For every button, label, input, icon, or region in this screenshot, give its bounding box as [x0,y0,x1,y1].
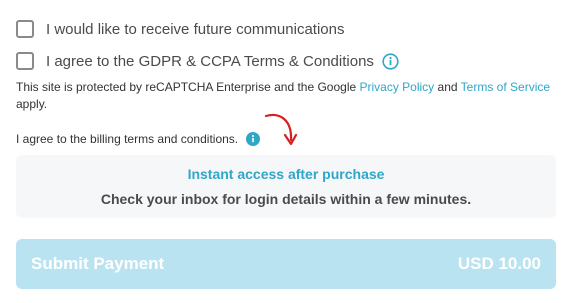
gdpr-checkbox[interactable] [16,52,34,70]
recaptcha-notice: This site is protected by reCAPTCHA Ente… [16,79,556,113]
communications-label: I would like to receive future communica… [46,20,345,38]
info-box-text: Check your inbox for login details withi… [100,191,472,207]
recaptcha-text-and: and [434,80,461,94]
info-icon[interactable] [246,132,261,146]
privacy-policy-link[interactable]: Privacy Policy [360,80,435,94]
gdpr-consent-row[interactable]: I agree to the GDPR & CCPA Terms & Condi… [16,52,399,70]
terms-of-service-link[interactable]: Terms of Service [461,80,550,94]
submit-button-amount: USD 10.00 [457,254,541,273]
red-curved-arrow-icon [264,113,298,146]
billing-terms-row: I agree to the billing terms and conditi… [16,132,261,146]
info-icon[interactable] [382,52,399,70]
info-box-title: Instant access after purchase [187,166,385,182]
instant-access-info-box: Instant access after purchase Check your… [16,155,556,218]
communications-checkbox[interactable] [16,20,34,38]
submit-payment-button[interactable]: Submit Payment USD 10.00 [16,239,556,289]
billing-terms-label: I agree to the billing terms and conditi… [16,132,239,146]
gdpr-label: I agree to the GDPR & CCPA Terms & Condi… [46,52,374,70]
recaptcha-text-after: apply. [16,97,48,111]
recaptcha-text-before: This site is protected by reCAPTCHA Ente… [16,80,360,94]
submit-button-label: Submit Payment [31,254,165,273]
communications-consent-row[interactable]: I would like to receive future communica… [16,20,344,38]
